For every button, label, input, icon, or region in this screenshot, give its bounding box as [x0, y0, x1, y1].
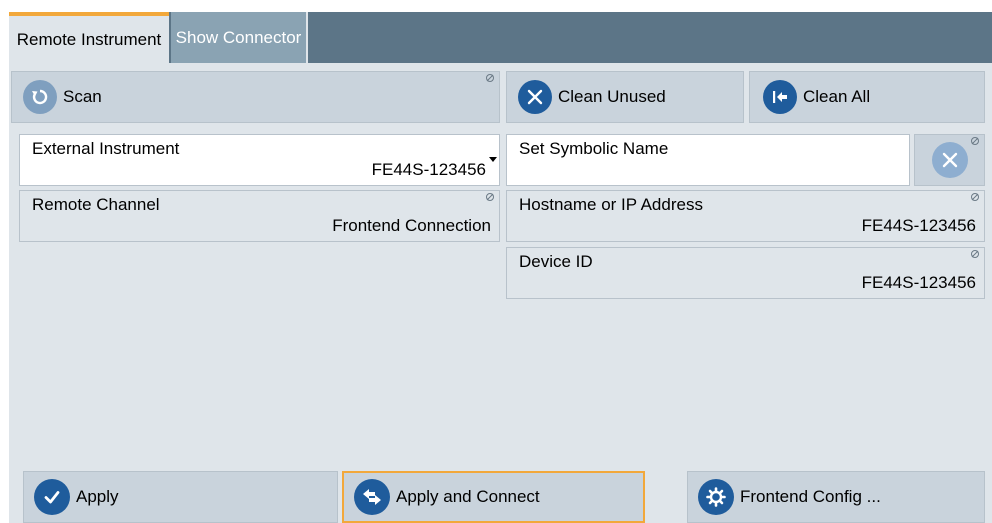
remote-channel-label: Remote Channel [32, 195, 160, 214]
symbolic-name-label: Set Symbolic Name [519, 139, 669, 158]
apply-and-connect-button[interactable]: Apply and Connect [342, 471, 645, 523]
device-id-field: Device ID FE44S-123456 [506, 247, 985, 299]
pin-icon [485, 73, 495, 83]
device-id-label: Device ID [519, 252, 593, 271]
clean-unused-button-label: Clean Unused [558, 87, 666, 106]
tab-show-connector-label: Show Connector [175, 27, 302, 47]
device-id-value: FE44S-123456 [861, 273, 976, 292]
close-icon [931, 142, 968, 178]
external-instrument-label: External Instrument [32, 139, 180, 158]
clean-unused-button[interactable]: Clean Unused [506, 71, 744, 123]
hostname-field: Hostname or IP Address FE44S-123456 [506, 190, 985, 242]
clean-all-button-label: Clean All [803, 87, 871, 106]
remote-instrument-dialog: Remote Instrument Show Connector Scan Cl… [9, 12, 992, 523]
close-icon [518, 80, 552, 114]
external-instrument-select[interactable]: External Instrument FE44S-123456 [19, 134, 500, 186]
symbolic-name-input[interactable]: Set Symbolic Name [506, 134, 910, 186]
tab-show-connector[interactable]: Show Connector [171, 12, 308, 63]
clear-symbolic-name-button[interactable] [914, 134, 985, 186]
pin-icon [970, 136, 980, 146]
tab-remote-instrument-label: Remote Instrument [16, 29, 162, 49]
dropdown-arrow-icon [489, 157, 497, 162]
gear-icon [698, 479, 734, 515]
pin-icon [485, 192, 495, 202]
hostname-value: FE44S-123456 [861, 216, 976, 235]
frontend-config-button[interactable]: Frontend Config ... [687, 471, 985, 523]
external-instrument-value: FE44S-123456 [371, 160, 486, 179]
remote-channel-value: Frontend Connection [332, 216, 491, 235]
checkmark-icon [34, 479, 70, 515]
clean-all-button[interactable]: Clean All [749, 71, 985, 123]
apply-button-label: Apply [76, 487, 119, 506]
scan-button[interactable]: Scan [11, 71, 500, 123]
tab-remote-instrument[interactable]: Remote Instrument [9, 12, 169, 63]
remote-channel-field: Remote Channel Frontend Connection [19, 190, 500, 242]
skip-to-start-icon [763, 80, 797, 114]
tab-bar: Remote Instrument Show Connector [9, 12, 992, 63]
apply-and-connect-button-label: Apply and Connect [396, 487, 540, 506]
hostname-label: Hostname or IP Address [519, 195, 703, 214]
frontend-config-button-label: Frontend Config ... [740, 487, 881, 506]
pin-icon [970, 192, 980, 202]
refresh-icon [23, 80, 57, 114]
swap-arrows-icon [354, 479, 390, 515]
pin-icon [970, 249, 980, 259]
scan-button-label: Scan [63, 87, 102, 106]
apply-button[interactable]: Apply [23, 471, 338, 523]
